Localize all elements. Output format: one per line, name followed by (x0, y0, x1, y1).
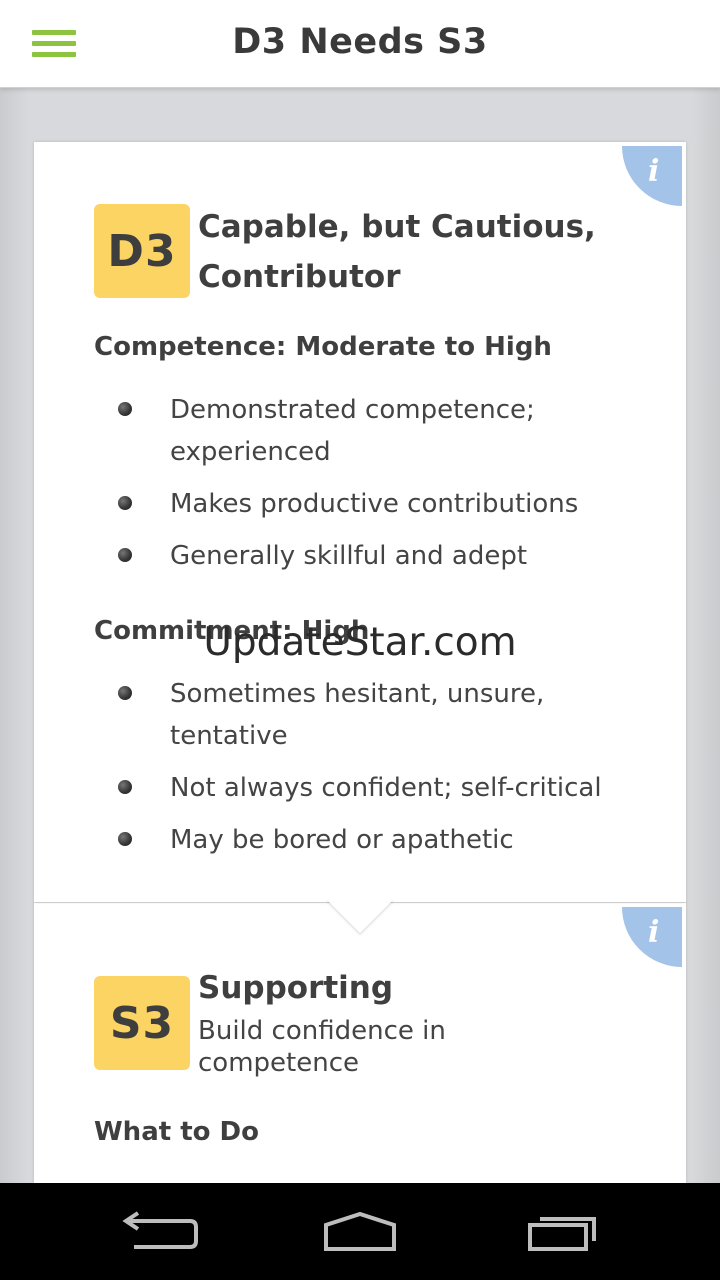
bullet-icon (118, 548, 132, 562)
list-item: Not always confident; self-critical (94, 767, 654, 809)
list-item-text: Generally skillful and adept (170, 541, 528, 571)
list-item-text: Not always confident; self-critical (170, 773, 602, 803)
d3-title-line1: Capable, but Cautious, (198, 209, 596, 245)
list-item-text: Makes productive contributions (170, 489, 579, 519)
s3-card: i S3 Supporting Build confidence in comp… (34, 901, 686, 1201)
card-pointer (326, 899, 394, 933)
what-to-do-title: What to Do (94, 1117, 260, 1147)
info-icon[interactable]: i (622, 146, 682, 206)
s3-subtitle-line1: Build confidence in (198, 1016, 446, 1046)
s3-subtitle-line2: competence (198, 1048, 359, 1078)
s3-level-badge: S3 (94, 976, 190, 1070)
bullet-icon (118, 402, 132, 416)
list-item-text: May be bored or apathetic (170, 825, 514, 855)
list-item: Demonstrated competence; experienced (94, 389, 654, 473)
app-screen: D3 Needs S3 i D3 Capable, but Cautious, … (0, 0, 720, 1280)
bullet-icon (118, 780, 132, 794)
recent-apps-icon[interactable] (522, 1209, 602, 1253)
bullet-icon (118, 496, 132, 510)
d3-level-badge: D3 (94, 204, 190, 298)
watermark: UpdateStar.com (203, 620, 517, 665)
info-icon[interactable]: i (622, 907, 682, 967)
list-item: Makes productive contributions (94, 483, 654, 525)
list-item-text: Sometimes hesitant, unsure, (170, 679, 545, 709)
bullet-icon (118, 832, 132, 846)
list-item-text: experienced (170, 437, 331, 467)
page-title: D3 Needs S3 (232, 22, 488, 62)
s3-title: Supporting (198, 970, 394, 1006)
top-app-bar: D3 Needs S3 (0, 0, 720, 88)
back-icon[interactable] (120, 1209, 200, 1253)
competence-section-title: Competence: Moderate to High (94, 332, 552, 362)
list-item: Sometimes hesitant, unsure, tentative (94, 673, 654, 757)
d3-card: i D3 Capable, but Cautious, Contributor … (34, 142, 686, 902)
home-icon[interactable] (320, 1209, 400, 1253)
commitment-list: Sometimes hesitant, unsure, tentative No… (94, 673, 654, 871)
system-navigation-bar (0, 1183, 720, 1280)
list-item: May be bored or apathetic (94, 819, 654, 861)
list-item-text: tentative (170, 721, 288, 751)
list-item: Generally skillful and adept (94, 535, 654, 577)
d3-title-line2: Contributor (198, 259, 401, 295)
list-item-text: Demonstrated competence; (170, 395, 535, 425)
bullet-icon (118, 686, 132, 700)
competence-list: Demonstrated competence; experienced Mak… (94, 389, 654, 587)
